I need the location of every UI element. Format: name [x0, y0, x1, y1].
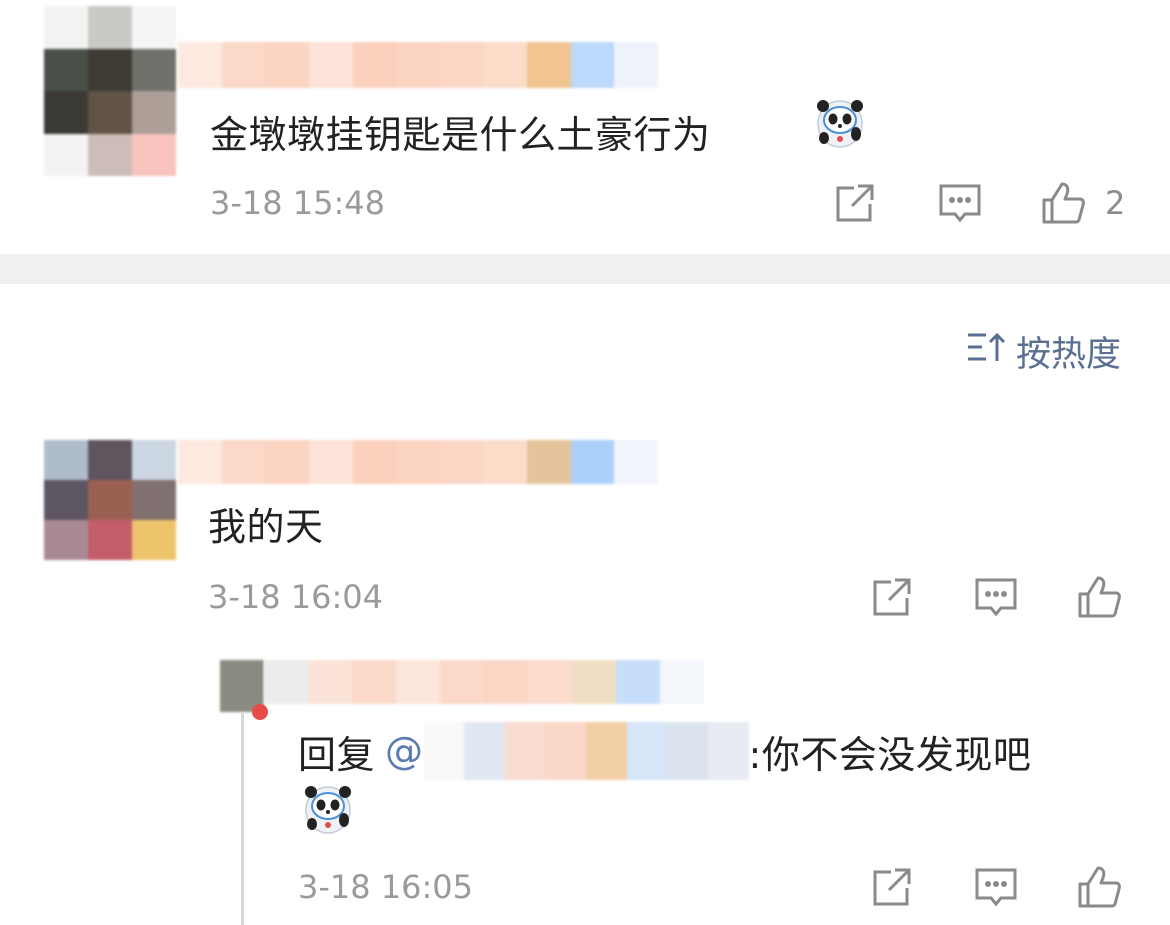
username[interactable] [178, 42, 658, 88]
repost-icon[interactable] [869, 574, 915, 620]
reply-username[interactable] [264, 660, 704, 704]
sort-label: 按热度 [1016, 335, 1122, 375]
like-icon[interactable] [1076, 864, 1122, 910]
like-icon[interactable] [1040, 180, 1086, 226]
bingdwendwen-icon [300, 780, 356, 840]
comment-icon[interactable] [973, 574, 1019, 620]
reply-thread-line [241, 712, 244, 925]
sort-icon [966, 329, 1008, 374]
avatar[interactable] [44, 6, 176, 176]
timestamp: 3-18 15:48 [210, 184, 386, 222]
comment-text: 金墩墩挂钥匙是什么土豪行为 [210, 113, 711, 157]
repost-icon[interactable] [832, 180, 878, 226]
repost-icon[interactable] [869, 864, 915, 910]
like-icon[interactable] [1076, 574, 1122, 620]
username[interactable] [178, 440, 658, 484]
sort-toggle[interactable]: 按热度 [966, 326, 1121, 377]
reply-prefix: 回复 [298, 732, 376, 777]
section-divider [0, 254, 1170, 284]
timestamp: 3-18 16:05 [298, 868, 474, 906]
mention-link[interactable]: @ [385, 729, 424, 773]
mention-username[interactable] [423, 722, 749, 780]
like-count: 2 [1105, 184, 1126, 222]
timestamp: 3-18 16:04 [208, 578, 384, 616]
comment-text: 我的天 [208, 505, 324, 549]
reply-text: 回复 @ :你不会没发现吧 [298, 722, 1031, 780]
comment-icon[interactable] [937, 180, 983, 226]
comment-icon[interactable] [973, 864, 1019, 910]
avatar[interactable] [44, 440, 176, 560]
bingdwendwen-icon [812, 94, 868, 154]
reply-body: :你不会没发现吧 [748, 732, 1032, 777]
badge-icon [252, 704, 268, 720]
